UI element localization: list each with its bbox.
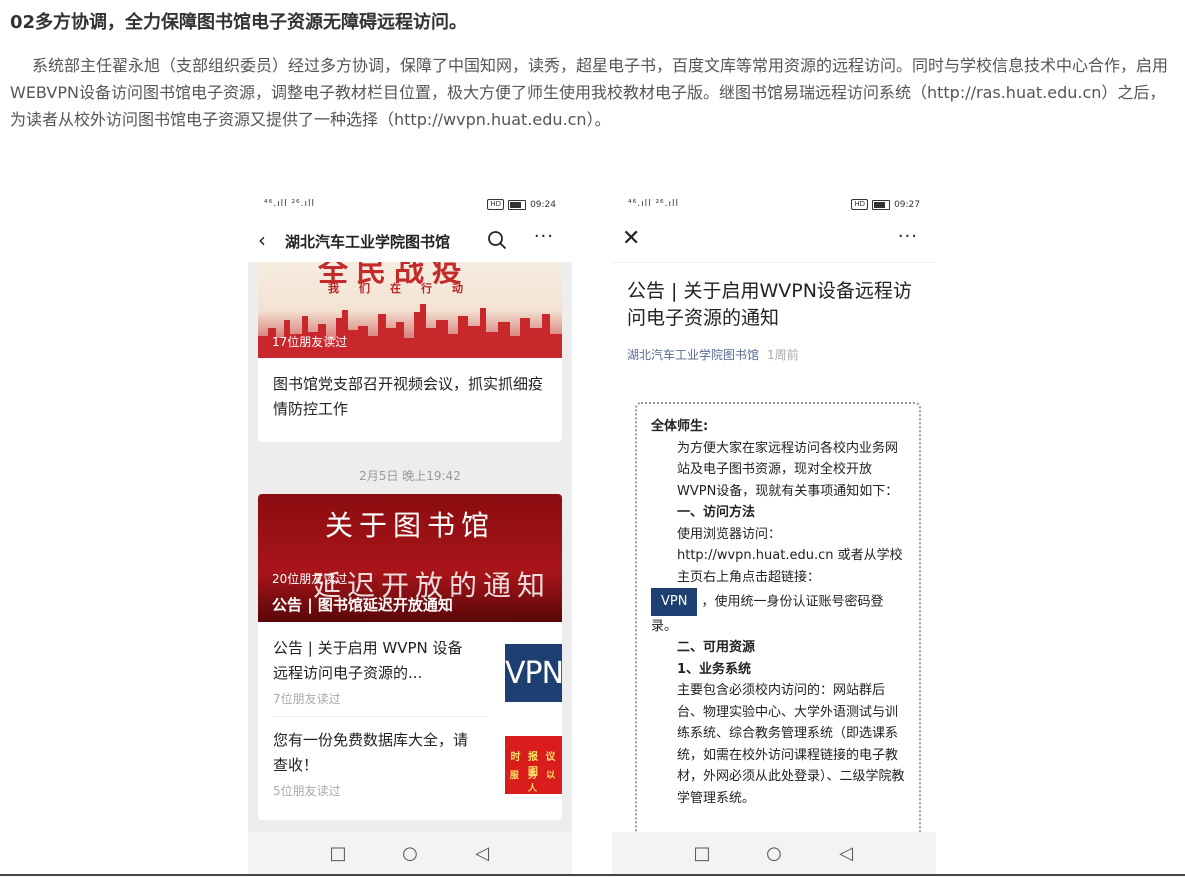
right-phone-screenshot: ⁴⁶.ıll ²⁶.ıll HD 09:27 ✕ ··· 公告 | 关于启用WV… bbox=[612, 190, 936, 875]
readers-count: 17位朋友读过 bbox=[272, 335, 348, 349]
home-icon[interactable]: ○ bbox=[763, 843, 785, 864]
list-item-title: 公告 | 关于启用 WVPN 设备远程访问电子资源的... bbox=[273, 639, 463, 682]
hd-icon: HD bbox=[851, 199, 869, 210]
hd-icon: HD bbox=[487, 199, 505, 210]
readers-count: 5位朋友读过 bbox=[273, 784, 341, 798]
status-time: 09:27 bbox=[894, 199, 920, 210]
more-icon[interactable]: ··· bbox=[898, 226, 918, 247]
search-icon[interactable] bbox=[486, 229, 508, 251]
battery-icon bbox=[872, 199, 891, 210]
signal-icon: ⁴⁶.ıll ²⁶.ıll bbox=[264, 199, 316, 209]
more-icon[interactable]: ··· bbox=[534, 226, 554, 247]
notice-section-heading: 一、访问方法 bbox=[677, 505, 756, 520]
account-title: 湖北汽车工业学院图书馆 bbox=[285, 233, 451, 251]
readers-count: 20位朋友读过 bbox=[272, 572, 348, 586]
intro-paragraph: 系统部主任翟永旭（支部组织委员）经过多方协调，保障了中国知网，读秀，超星电子书，… bbox=[10, 52, 1175, 133]
article-banner[interactable]: 关于图书馆 延迟开放的通知 20位朋友读过 公告 | 图书馆延迟开放通知 bbox=[258, 494, 562, 622]
nav-bar: ‹ 湖北汽车工业学院图书馆 ··· bbox=[248, 220, 572, 263]
notice-paragraph: 主要包含必须校内访问的：网站群后台、物理实验中心、大学外语测试与训练系统、综合教… bbox=[677, 683, 905, 806]
back-triangle-icon[interactable]: ◁ bbox=[835, 843, 857, 864]
left-phone-screenshot: ⁴⁶.ıll ²⁶.ıll HD 09:24 ‹ 湖北汽车工业学院图书馆 ···… bbox=[248, 190, 572, 875]
page-heading: 02多方协调，全力保障图书馆电子资源无障碍远程访问。 bbox=[10, 12, 468, 33]
android-nav-bar: □ ○ ◁ bbox=[612, 832, 936, 875]
notice-paragraph: 为方便大家在家远程访问各校内业务网站及电子图书资源，现对全校开放WVPN设备，现… bbox=[677, 440, 899, 499]
vpn-thumbnail: VPN bbox=[505, 644, 562, 702]
nav-bar: ✕ ··· bbox=[612, 220, 936, 263]
notice-body: 全体师生: 为方便大家在家远程访问各校内业务网站及电子图书资源，现对全校开放WV… bbox=[651, 416, 907, 809]
back-icon[interactable]: ‹ bbox=[258, 228, 266, 252]
battery-icon bbox=[508, 199, 527, 210]
notice-greeting: 全体师生: bbox=[651, 419, 709, 434]
article-feed[interactable]: 全民战疫 我们在行动 17位朋友读过 图书馆党支部召开视频会议，抓实抓细疫情防控… bbox=[248, 262, 572, 832]
back-triangle-icon[interactable]: ◁ bbox=[471, 843, 493, 864]
home-icon[interactable]: ○ bbox=[399, 843, 421, 864]
feed-date: 2月5日 晚上19:42 bbox=[359, 469, 461, 483]
close-icon[interactable]: ✕ bbox=[622, 226, 640, 251]
account-link[interactable]: 湖北汽车工业学院图书馆 bbox=[627, 348, 759, 362]
database-thumbnail: 时 报 议 图 服 务 以 人 bbox=[505, 736, 562, 794]
list-item-title: 您有一份免费数据库大全，请查收！ bbox=[273, 731, 469, 774]
article-card[interactable]: 全民战疫 我们在行动 17位朋友读过 图书馆党支部召开视频会议，抓实抓细疫情防控… bbox=[258, 262, 562, 442]
banner-subtitle: 我们在行动 bbox=[328, 282, 483, 295]
recent-apps-icon[interactable]: □ bbox=[327, 843, 349, 864]
status-time: 09:24 bbox=[530, 199, 556, 210]
recent-apps-icon[interactable]: □ bbox=[691, 843, 713, 864]
readers-count: 7位朋友读过 bbox=[273, 692, 341, 706]
article-meta: 湖北汽车工业学院图书馆 1周前 bbox=[627, 346, 799, 363]
list-item[interactable]: 公告 | 关于启用 WVPN 设备远程访问电子资源的... 7位朋友读过 VPN bbox=[273, 636, 562, 716]
banner-title: 关于图书馆 bbox=[324, 509, 495, 542]
article-banner: 全民战疫 我们在行动 17位朋友读过 bbox=[258, 262, 562, 358]
thumb-text: 服 务 以 人 bbox=[509, 771, 559, 794]
notice-section-heading: 二、可用资源 bbox=[677, 640, 756, 655]
status-bar: ⁴⁶.ıll ²⁶.ıll HD 09:27 bbox=[612, 190, 936, 220]
notice-paragraph: 使用浏览器访问： bbox=[677, 526, 782, 542]
list-item[interactable]: 您有一份免费数据库大全，请查收！ 5位朋友读过 时 报 议 图 服 务 以 人 bbox=[273, 728, 562, 808]
intro-paragraph-text: 系统部主任翟永旭（支部组织委员）经过多方协调，保障了中国知网，读秀，超星电子书，… bbox=[10, 56, 1169, 129]
publish-time: 1周前 bbox=[767, 348, 799, 362]
notice-subsection-heading: 1、业务系统 bbox=[677, 661, 752, 677]
article-card[interactable]: 关于图书馆 延迟开放的通知 20位朋友读过 公告 | 图书馆延迟开放通知 公告 … bbox=[258, 494, 562, 820]
banner-caption: 公告 | 图书馆延迟开放通知 bbox=[272, 596, 453, 614]
status-bar: ⁴⁶.ıll ²⁶.ıll HD 09:24 bbox=[248, 190, 572, 220]
notice-vpn-line: VPN ，使用统一身份认证账号密码登录。 bbox=[651, 588, 907, 637]
notice-url-line: http://wvpn.huat.edu.cn 或者从学校主页右上角点击超链接： bbox=[677, 548, 903, 585]
bottom-divider bbox=[0, 874, 1185, 876]
android-nav-bar: □ ○ ◁ bbox=[248, 832, 572, 875]
divider bbox=[273, 716, 488, 717]
vpn-link-button[interactable]: VPN bbox=[651, 588, 698, 616]
notice-box: 全体师生: 为方便大家在家远程访问各校内业务网站及电子图书资源，现对全校开放WV… bbox=[635, 402, 921, 866]
article-title[interactable]: 图书馆党支部召开视频会议，抓实抓细疫情防控工作 bbox=[273, 372, 548, 422]
article-title: 公告 | 关于启用WVPN设备远程访问电子资源的通知 bbox=[627, 280, 912, 329]
signal-icon: ⁴⁶.ıll ²⁶.ıll bbox=[628, 199, 680, 209]
